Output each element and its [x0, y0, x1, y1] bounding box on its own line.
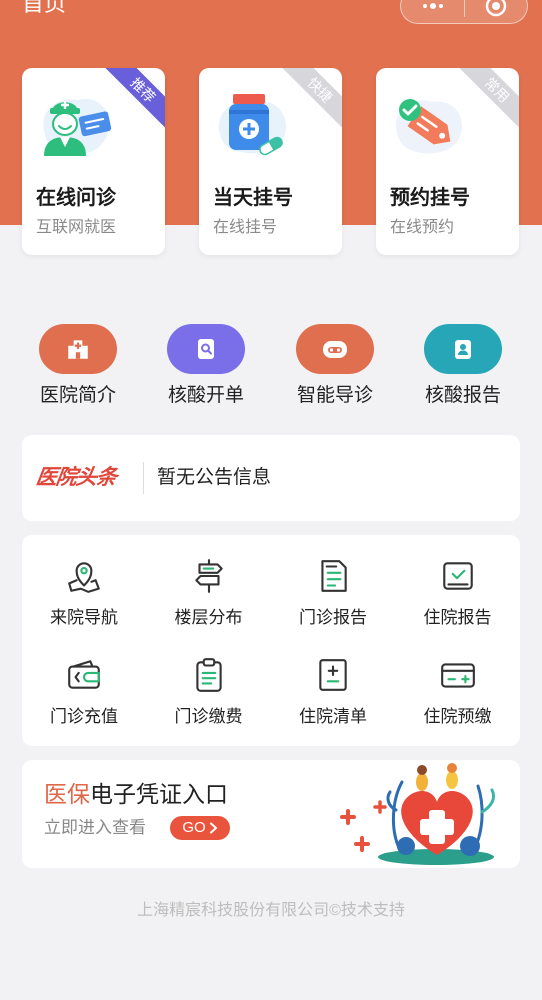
shortcut-nucleic-report[interactable]	[424, 324, 502, 374]
service-outpatient-topup[interactable]: 门诊充值	[22, 634, 146, 730]
go-button[interactable]: GO	[170, 816, 230, 840]
document-icon	[321, 560, 347, 592]
shortcut-nucleic-order[interactable]	[167, 324, 245, 374]
chevron-right-icon	[209, 822, 217, 834]
services-panel: 来院导航 楼层分布 门诊报告 住院报告 门诊充值 门诊缴费 住院清单 住院预缴	[22, 535, 520, 746]
tray-check-icon	[442, 562, 473, 590]
footer-credit: 上海精宸科技股份有限公司©技术支持	[137, 902, 405, 919]
card-online-consult[interactable]: 推荐 在线问诊 互联网就医	[22, 68, 165, 255]
service-floor-map[interactable]: 楼层分布	[147, 535, 271, 631]
shortcut-hospital-intro[interactable]	[39, 324, 117, 374]
card-title: 在线问诊	[36, 187, 116, 209]
service-outpatient-report[interactable]: 门诊报告	[271, 535, 395, 631]
notice-divider	[143, 462, 144, 494]
page-title: 首页	[22, 0, 67, 16]
card-title: 当天挂号	[213, 187, 293, 209]
card-same-day-registration[interactable]: 快捷 当天挂号 在线挂号	[199, 68, 342, 255]
shortcut-label[interactable]: 智能导诊	[280, 384, 390, 408]
shortcut-label[interactable]: 医院简介	[23, 384, 133, 408]
medical-insurance-banner[interactable]: 医保电子凭证入口 立即进入查看 GO	[22, 760, 520, 868]
more-dots-icon	[422, 3, 443, 9]
map-pin-icon	[68, 562, 100, 593]
document-plus-icon	[319, 659, 347, 691]
document-search-icon	[198, 339, 214, 359]
banner-title-rest: 电子凭证入口	[90, 781, 228, 807]
service-label: 住院报告	[423, 608, 492, 627]
heart-cross-illustration	[340, 763, 496, 865]
service-label: 住院预缴	[423, 707, 492, 726]
card-subtitle: 在线预约	[390, 219, 455, 236]
card-subtitle: 在线挂号	[213, 219, 278, 236]
card-appointment-registration[interactable]: 常用 预约挂号 在线预约	[376, 68, 519, 255]
banner-title: 医保电子凭证入口	[44, 779, 228, 809]
wallet-icon	[68, 660, 100, 689]
report-badge-icon	[455, 340, 471, 359]
service-label: 门诊充值	[50, 707, 118, 726]
service-label: 住院清单	[299, 707, 367, 726]
service-inpatient-report[interactable]: 住院报告	[396, 535, 520, 631]
notice-message: 暂无公告信息	[157, 467, 272, 488]
target-icon	[485, 0, 507, 17]
signpost-icon	[194, 559, 223, 593]
banner-title-highlight: 医保	[44, 781, 90, 807]
robot-icon	[323, 341, 347, 358]
clipboard-icon	[195, 658, 222, 692]
card-icon	[440, 663, 475, 688]
service-label: 门诊缴费	[174, 707, 243, 726]
service-inpatient-prepay[interactable]: 住院预缴	[396, 634, 520, 730]
service-label: 楼层分布	[174, 608, 243, 627]
go-label: GO	[182, 819, 206, 836]
service-navigation[interactable]: 来院导航	[22, 535, 146, 631]
service-outpatient-payment[interactable]: 门诊缴费	[147, 634, 271, 730]
doctor-icon	[43, 98, 112, 156]
service-inpatient-list[interactable]: 住院清单	[271, 634, 395, 730]
service-label: 门诊报告	[299, 608, 367, 627]
shortcut-smart-guide[interactable]	[296, 324, 374, 374]
medicine-bottle-icon	[218, 94, 287, 156]
appointment-tag-icon	[395, 99, 463, 154]
hospital-headlines-logo: 医院头条	[34, 466, 118, 489]
shortcut-label[interactable]: 核酸开单	[151, 384, 261, 408]
more-button[interactable]	[401, 0, 464, 23]
notice-bar[interactable]: 医院头条 暂无公告信息	[22, 435, 520, 521]
banner-subtitle: 立即进入查看	[44, 818, 146, 837]
shortcut-label[interactable]: 核酸报告	[408, 384, 518, 408]
card-title: 预约挂号	[390, 187, 470, 209]
miniprogram-capsule	[400, 0, 528, 24]
card-subtitle: 互联网就医	[36, 219, 117, 236]
hospital-icon	[68, 340, 88, 359]
service-label: 来院导航	[50, 608, 118, 627]
close-button[interactable]	[465, 0, 527, 23]
